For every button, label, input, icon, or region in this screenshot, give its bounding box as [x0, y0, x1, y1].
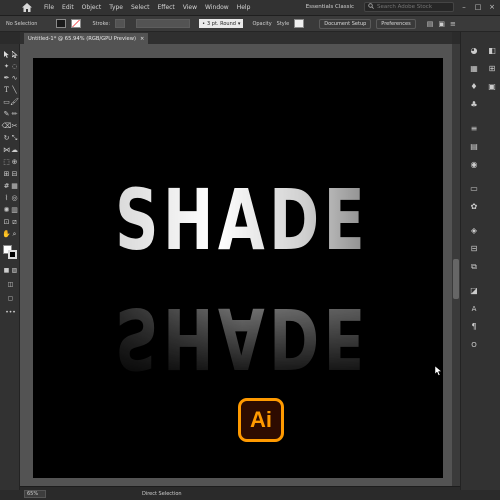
chevron-down-icon: ▾	[237, 20, 241, 27]
gradient-tool-icon[interactable]: ▦	[10, 182, 19, 190]
scrollbar-thumb[interactable]	[453, 259, 459, 299]
menu-bar: File Edit Object Type Select Effect View…	[0, 0, 500, 16]
slice-tool-icon[interactable]: ⧄	[10, 218, 19, 226]
shade-headline[interactable]: SHADE	[115, 178, 369, 262]
workspace-switcher[interactable]: Essentials Classic	[302, 3, 358, 11]
cursor-icon	[434, 365, 443, 378]
menu-effect[interactable]: Effect	[158, 4, 175, 11]
panel-artboards-icon[interactable]: ⊞	[487, 64, 497, 73]
right-panel-dock: ◕ ◧ ▦ ⊞ ♦ ▣ ♣ ≡ ▤ ◉ ▭ ✿ ◈ ⊟ ⧉ ◪ A ¶ O	[460, 32, 500, 490]
warp-tool-icon[interactable]: ☁	[10, 146, 19, 154]
column-graph-tool-icon[interactable]: ▥	[10, 206, 19, 214]
curvature-tool-icon[interactable]: ∿	[10, 74, 19, 82]
canvas-area[interactable]: SHADE SHADE Ai	[20, 44, 452, 486]
panel-align-icon[interactable]: ⊟	[469, 244, 479, 253]
panel-color-icon[interactable]: ◕	[469, 46, 479, 55]
zoom-tool-icon[interactable]: ⌕	[10, 230, 19, 238]
search-input[interactable]	[377, 4, 453, 10]
panel-transform-icon[interactable]: ⧉	[469, 262, 479, 271]
maximize-icon[interactable]: □	[474, 3, 482, 11]
panel-layers-icon[interactable]: ◧	[487, 46, 497, 55]
panel-character-icon[interactable]: A	[469, 304, 479, 313]
shape-builder-tool-icon[interactable]: ⊕	[10, 158, 19, 166]
style-label: Style	[276, 20, 290, 27]
perspective-selection-tool-icon[interactable]: ⊟	[10, 170, 19, 178]
current-tool-status: Direct Selection	[142, 490, 182, 497]
document-tab[interactable]: Untitled-1* @ 65.94% (RGB/GPU Preview) ×	[24, 33, 149, 44]
status-bar: 65% Direct Selection	[20, 486, 460, 500]
search-box[interactable]	[364, 2, 454, 12]
menu-items: File Edit Object Type Select Effect View…	[44, 4, 250, 11]
menu-right: Essentials Classic – □ ×	[302, 2, 496, 12]
search-icon	[368, 3, 374, 11]
preferences-button[interactable]: Preferences	[376, 18, 416, 29]
menu-flyout-icon[interactable]: ≡	[450, 20, 456, 28]
minimize-icon[interactable]: –	[460, 3, 468, 11]
style-swatch[interactable]	[294, 19, 305, 28]
lasso-tool-icon[interactable]: ◌	[10, 62, 19, 70]
panel-brushes-icon[interactable]: ♦	[469, 82, 479, 91]
zoom-value: 65%	[27, 490, 39, 497]
control-bar: No Selection Stroke: • 3 pt. Round ▾ Opa…	[0, 16, 500, 32]
document-setup-button[interactable]: Document Setup	[319, 18, 372, 29]
menu-file[interactable]: File	[44, 4, 54, 11]
menu-view[interactable]: View	[183, 4, 197, 11]
panel-layers-stack-icon[interactable]: ◈	[469, 226, 479, 235]
brush-dot-icon: •	[202, 20, 206, 27]
home-icon[interactable]	[20, 1, 34, 15]
align-icon[interactable]: ▤	[427, 20, 434, 28]
selection-status: No Selection	[6, 20, 38, 27]
blend-tool-icon[interactable]: ◎	[10, 194, 19, 202]
brush-value: 3 pt. Round	[207, 20, 236, 27]
panel-opentype-icon[interactable]: O	[469, 340, 479, 349]
paintbrush-tool-icon[interactable]: 🖌	[10, 98, 19, 106]
document-tab-title: Untitled-1* @ 65.94% (RGB/GPU Preview)	[28, 35, 136, 42]
panel-graphic-styles-icon[interactable]: ✿	[469, 202, 479, 211]
scissors-tool-icon[interactable]: ✂	[10, 122, 19, 130]
tools-panel: ✦ ◌ ✒ ∿ T ╲ ▭ 🖌 ✎ ✏ ⌫ ✂ ↻ ⤡ ⋈ ☁ ⬚ ⊕ ⊞ ⊟ …	[0, 44, 20, 490]
illustrator-logo: Ai	[238, 398, 284, 442]
shade-reflection[interactable]: SHADE	[115, 289, 369, 387]
menu-edit[interactable]: Edit	[62, 4, 74, 11]
document-tab-row: Untitled-1* @ 65.94% (RGB/GPU Preview) ×	[20, 32, 452, 44]
panel-symbols-icon[interactable]: ♣	[469, 100, 479, 109]
gradient-mode-icon[interactable]: ▨	[10, 266, 19, 274]
menu-type[interactable]: Type	[109, 4, 123, 11]
menu-window[interactable]: Window	[205, 4, 229, 11]
transform-icon[interactable]: ▣	[438, 20, 445, 28]
line-tool-icon[interactable]: ╲	[10, 86, 19, 94]
fill-swatch[interactable]	[56, 19, 67, 28]
artboard[interactable]: SHADE SHADE Ai	[33, 58, 443, 478]
close-tab-icon[interactable]: ×	[140, 36, 144, 42]
draw-mode-icon[interactable]: ◫	[6, 280, 15, 288]
vertical-scrollbar[interactable]	[452, 44, 460, 486]
panel-pathfinder-icon[interactable]: ◪	[469, 286, 479, 295]
stroke-weight-field[interactable]	[115, 19, 126, 28]
direct-selection-tool-icon[interactable]	[10, 50, 19, 58]
menu-object[interactable]: Object	[82, 4, 102, 11]
menu-help[interactable]: Help	[237, 4, 251, 11]
menu-select[interactable]: Select	[131, 4, 150, 11]
zoom-level-field[interactable]: 65%	[24, 489, 46, 498]
screen-mode-icon[interactable]: ▢	[6, 294, 15, 302]
brush-definition-dropdown[interactable]: • 3 pt. Round ▾	[199, 19, 244, 28]
scale-tool-icon[interactable]: ⤡	[10, 134, 19, 142]
logo-text: Ai	[250, 407, 272, 432]
panel-swatches-icon[interactable]: ▦	[469, 64, 479, 73]
pencil-tool-icon[interactable]: ✏	[10, 110, 19, 118]
panel-paragraph-icon[interactable]: ¶	[469, 322, 479, 331]
variable-width-profile[interactable]	[136, 19, 191, 28]
panel-appearance-icon[interactable]: ▭	[469, 184, 479, 193]
stroke-swatch[interactable]	[71, 19, 82, 28]
panel-transparency-icon[interactable]: ◉	[469, 160, 479, 169]
panel-gradient-icon[interactable]: ▤	[469, 142, 479, 151]
close-icon[interactable]: ×	[488, 3, 496, 11]
panel-stroke-icon[interactable]: ≡	[469, 124, 479, 133]
stroke-label: Stroke:	[92, 20, 111, 27]
fill-stroke-swatches[interactable]	[2, 244, 18, 260]
edit-toolbar-icon[interactable]: •••	[5, 308, 16, 316]
opacity-label[interactable]: Opacity	[252, 21, 271, 27]
panel-libraries-icon[interactable]: ▣	[487, 82, 497, 91]
